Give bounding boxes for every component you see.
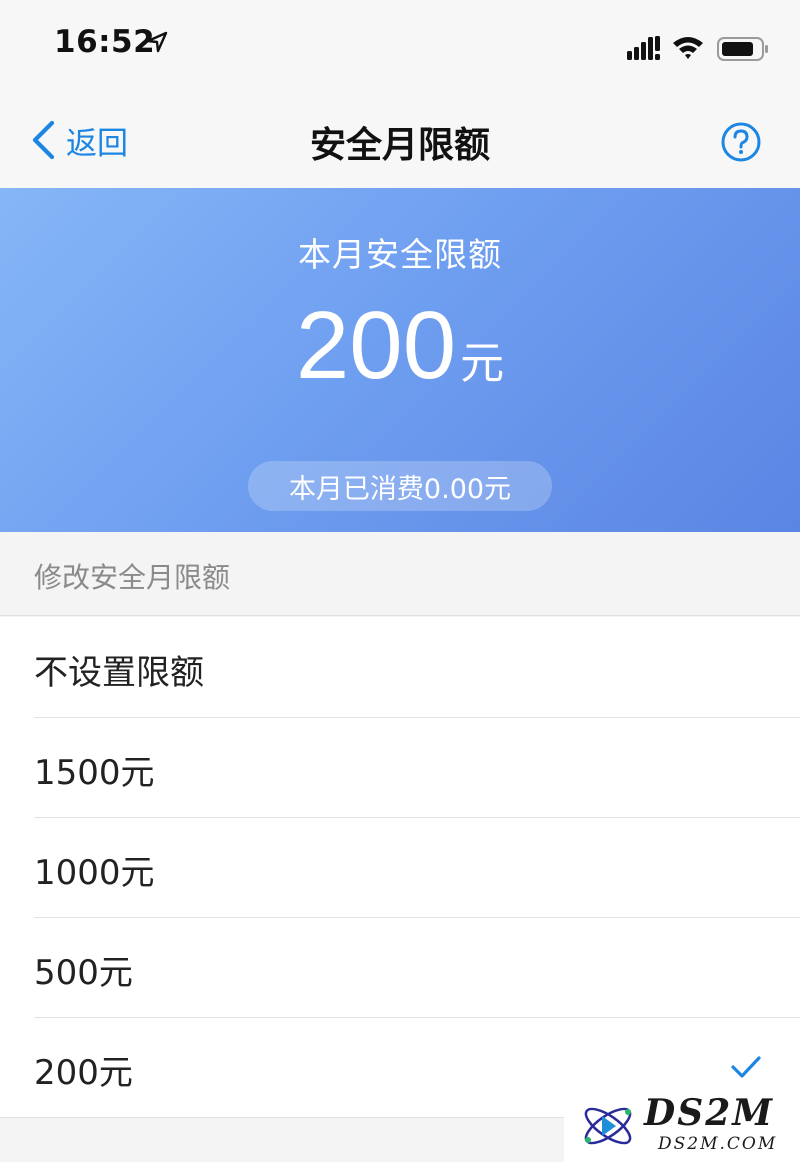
option-1500[interactable]: 1500元 <box>0 717 800 817</box>
battery-icon <box>717 37 768 61</box>
option-label: 500元 <box>34 953 133 993</box>
watermark-subtitle: DS2M.COM <box>658 1134 778 1154</box>
atom-logo-icon <box>584 1107 632 1145</box>
section-header: 修改安全月限额 <box>0 532 800 616</box>
nav-bar: 返回 安全月限额 <box>0 92 800 188</box>
option-500[interactable]: 500元 <box>0 917 800 1017</box>
limit-options-list: 不设置限额 1500元 1000元 500元 200元 <box>0 617 800 1118</box>
amount-value: 200 <box>295 292 457 399</box>
location-arrow-icon <box>146 31 168 53</box>
option-label: 1000元 <box>34 853 155 893</box>
amount-unit: 元 <box>460 338 505 389</box>
option-label: 不设置限额 <box>34 653 204 693</box>
option-label: 1500元 <box>34 753 155 793</box>
limit-summary-card: 本月安全限额 200 元 本月已消费0.00元 <box>0 188 800 532</box>
status-bar: 16:52 <box>0 0 800 92</box>
checkmark-icon <box>731 1056 761 1078</box>
wifi-icon <box>673 37 703 59</box>
option-1000[interactable]: 1000元 <box>0 817 800 917</box>
option-no-limit[interactable]: 不设置限额 <box>0 617 800 717</box>
section-header-label: 修改安全月限额 <box>34 561 231 594</box>
option-label: 200元 <box>34 1053 133 1093</box>
question-circle-icon[interactable] <box>720 121 762 163</box>
watermark-title: DS2M <box>644 1092 775 1134</box>
status-time: 16:52 <box>54 24 156 60</box>
watermark: DS2M DS2M.COM <box>564 1088 800 1162</box>
signal-icon <box>627 36 660 60</box>
page-title: 安全月限额 <box>309 125 490 166</box>
monthly-limit-amount: 200 元 <box>0 298 800 394</box>
spent-badge: 本月已消费0.00元 <box>248 461 552 511</box>
monthly-limit-label: 本月安全限额 <box>298 235 502 274</box>
